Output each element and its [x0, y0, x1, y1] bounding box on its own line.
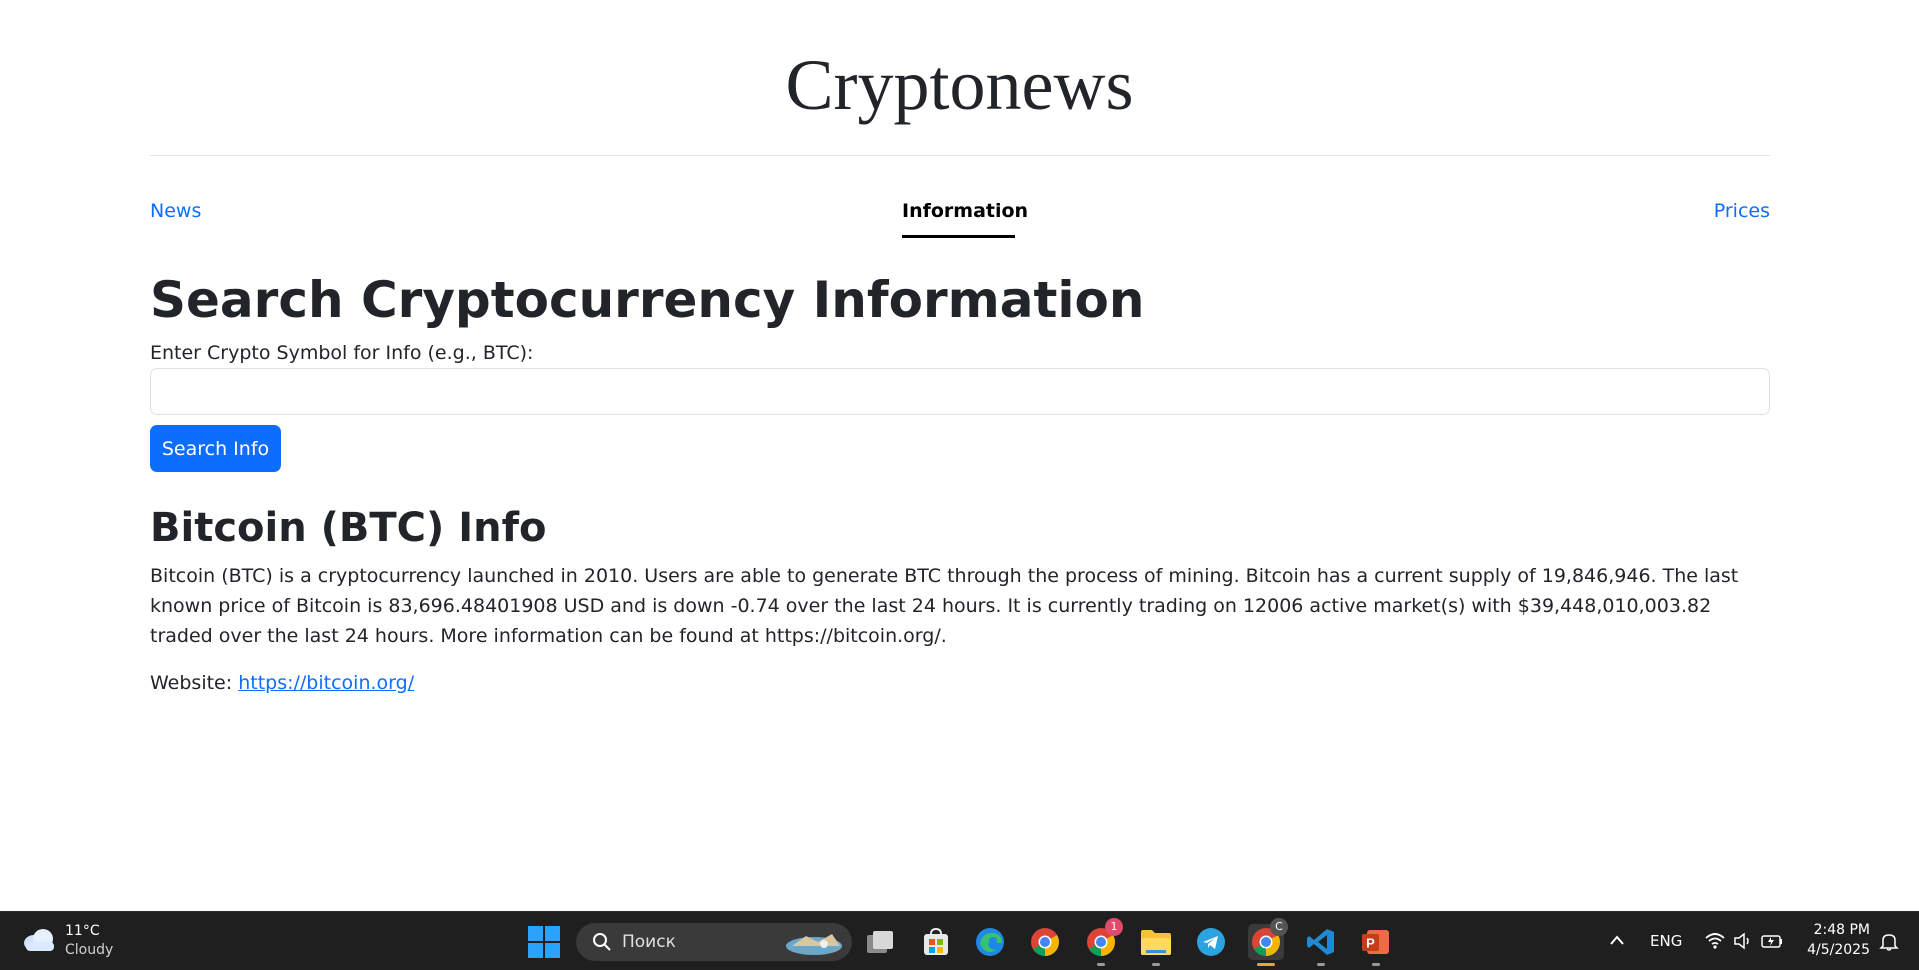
symbol-input-label: Enter Crypto Symbol for Info (e.g., BTC)…	[150, 342, 534, 364]
main-nav: News Information Prices	[150, 196, 1770, 242]
website-link[interactable]: https://bitcoin.org/	[238, 672, 414, 694]
active-tab-indicator	[902, 235, 1015, 238]
cloud-icon	[24, 929, 54, 951]
site-title: Cryptonews	[785, 45, 1134, 125]
page-heading: Search Cryptocurrency Information	[150, 271, 1145, 329]
nav-link-information[interactable]: Information	[902, 200, 1028, 222]
volume-icon[interactable]	[1733, 932, 1753, 950]
running-indicator	[1372, 963, 1380, 966]
telegram-icon	[1197, 928, 1225, 956]
weather-condition: Cloudy	[65, 942, 114, 958]
language-indicator[interactable]: ENG	[1650, 932, 1682, 950]
svg-text:P: P	[1366, 936, 1375, 951]
taskbar: 11°C Cloudy Поиск 1 C P ENG 2:48 PM 4/5/…	[0, 911, 1919, 970]
running-indicator	[1097, 963, 1105, 966]
taskbar-app-powerpoint[interactable]: P	[1358, 924, 1394, 966]
taskbar-app-chrome-active[interactable]: C	[1248, 918, 1288, 966]
taskbar-app-edge[interactable]	[972, 924, 1008, 960]
search-icon	[593, 933, 611, 951]
search-highlight-illustration-icon	[786, 934, 842, 955]
taskbar-app-vscode[interactable]	[1303, 924, 1339, 966]
running-indicator	[1152, 963, 1160, 966]
wifi-icon[interactable]	[1705, 932, 1725, 950]
clock-date[interactable]: 4/5/2025	[1796, 942, 1870, 958]
nav-link-prices[interactable]: Prices	[1714, 200, 1770, 222]
chevron-up-icon[interactable]	[1609, 934, 1625, 946]
nav-link-news[interactable]: News	[150, 200, 201, 222]
vscode-icon	[1307, 929, 1334, 955]
website-row: Website: https://bitcoin.org/	[150, 672, 414, 694]
windows-logo-icon	[528, 926, 543, 941]
folder-icon	[1141, 930, 1171, 955]
taskbar-app-chrome[interactable]	[1027, 924, 1063, 960]
active-indicator	[1257, 963, 1275, 966]
taskbar-app-file-explorer[interactable]	[1138, 924, 1174, 966]
windows-start-button[interactable]	[528, 926, 560, 958]
clock-time[interactable]: 2:48 PM	[1810, 922, 1870, 938]
crypto-symbol-input[interactable]	[150, 368, 1770, 415]
taskbar-search-text: Поиск	[622, 932, 676, 952]
website-label: Website:	[150, 672, 233, 694]
powerpoint-icon: P	[1362, 930, 1389, 954]
task-view-icon	[867, 931, 893, 953]
taskbar-search[interactable]: Поиск	[576, 923, 852, 961]
taskbar-app-telegram[interactable]	[1193, 924, 1229, 960]
notification-bell-icon[interactable]	[1878, 932, 1900, 952]
running-indicator	[1317, 963, 1325, 966]
browser-page: Cryptonews News Information Prices Searc…	[0, 0, 1919, 911]
task-view-button[interactable]	[862, 924, 898, 960]
edge-icon	[976, 928, 1004, 956]
title-divider	[150, 155, 1770, 156]
taskbar-app-store[interactable]	[918, 924, 954, 960]
weather-widget[interactable]: 11°C Cloudy	[20, 922, 150, 962]
result-description: Bitcoin (BTC) is a cryptocurrency launch…	[150, 565, 1739, 647]
result-heading: Bitcoin (BTC) Info	[150, 505, 547, 551]
weather-temperature: 11°C	[65, 923, 100, 939]
notification-badge: 1	[1105, 918, 1123, 936]
chrome-icon	[1031, 928, 1059, 956]
search-info-button[interactable]: Search Info	[150, 425, 281, 472]
profile-badge: C	[1270, 918, 1288, 936]
store-icon	[924, 927, 948, 955]
battery-icon[interactable]	[1760, 932, 1784, 950]
taskbar-app-chrome-profile[interactable]: 1	[1083, 918, 1123, 966]
